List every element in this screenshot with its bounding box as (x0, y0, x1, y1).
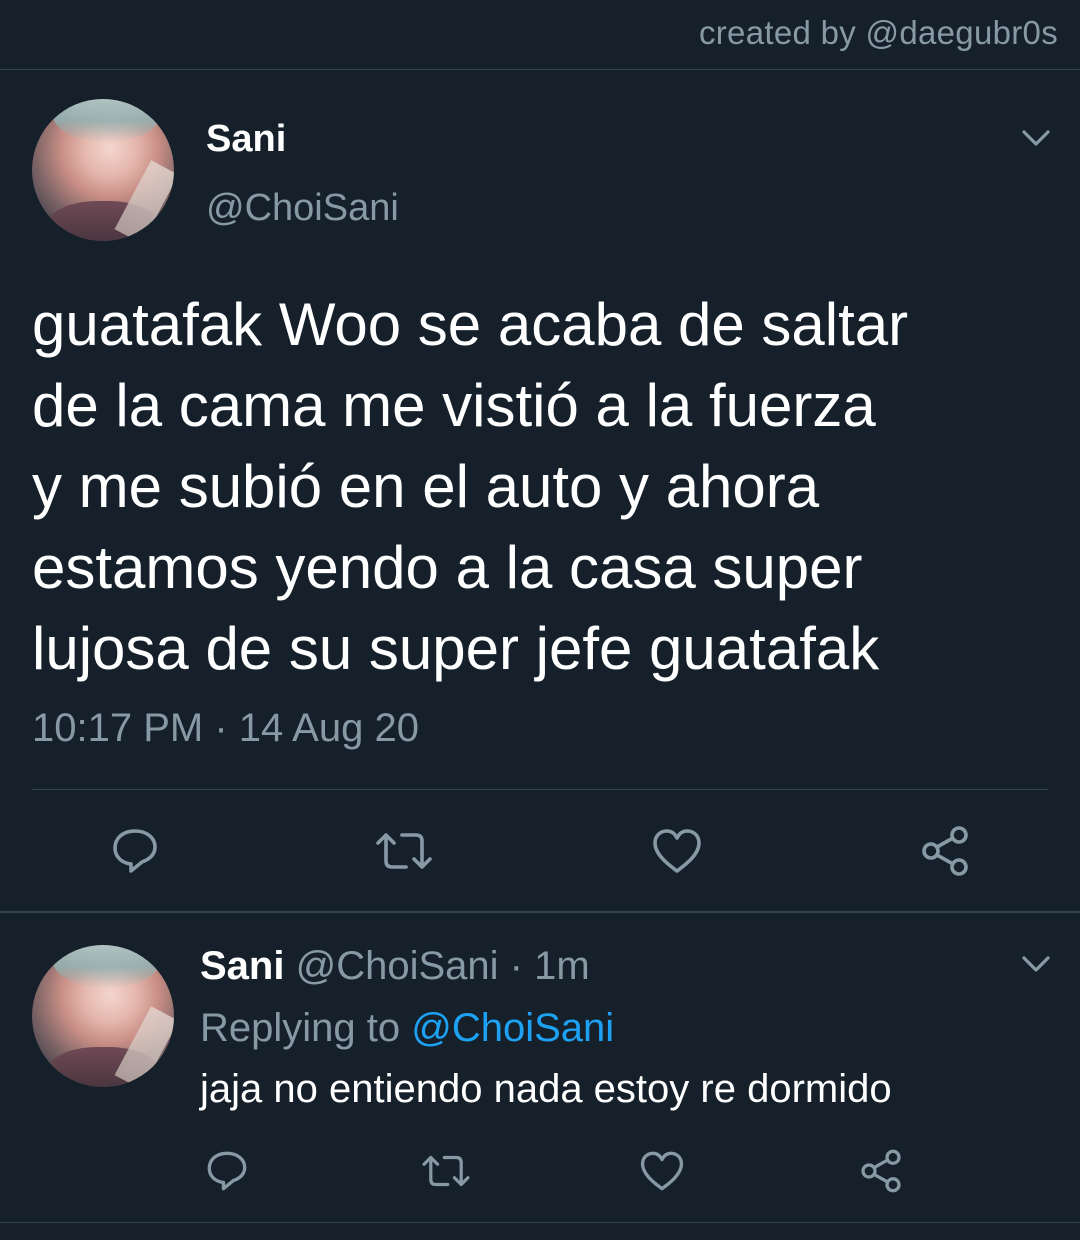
user-handle[interactable]: @ChoiSani (206, 187, 399, 230)
reply-header: Sani @ChoiSani · 1m (200, 944, 590, 989)
tweet-time[interactable]: 1m (534, 944, 590, 988)
section-divider (0, 911, 1080, 913)
replying-prefix: Replying to (200, 1006, 401, 1050)
display-name[interactable]: Sani (206, 118, 286, 161)
bottom-divider (0, 1222, 1080, 1223)
avatar[interactable] (32, 99, 174, 241)
chevron-down-icon[interactable] (1016, 118, 1056, 158)
share-icon[interactable] (916, 822, 974, 880)
display-name[interactable]: Sani (200, 944, 284, 988)
retweet-icon[interactable] (371, 822, 437, 880)
user-handle[interactable]: @ChoiSani (296, 944, 499, 988)
tweet-timestamp[interactable]: 10:17 PM · 14 Aug 20 (32, 706, 419, 751)
replying-handle-link[interactable]: @ChoiSani (411, 1006, 614, 1050)
share-icon[interactable] (856, 1146, 906, 1196)
replying-to: Replying to @ChoiSani (200, 1006, 614, 1051)
reply-icon[interactable] (106, 822, 164, 880)
reply-icon[interactable] (202, 1146, 252, 1196)
credit-text: created by @daegubr0s (698, 14, 1058, 51)
divider (32, 789, 1048, 790)
chevron-down-icon[interactable] (1016, 944, 1056, 984)
like-icon[interactable] (648, 822, 706, 880)
tweet-text: guatafak Woo se acaba de saltar de la ca… (32, 291, 909, 682)
top-divider (0, 69, 1080, 70)
like-icon[interactable] (636, 1146, 688, 1196)
reply-text: jaja no entiendo nada estoy re dormido (200, 1067, 892, 1111)
retweet-icon[interactable] (418, 1146, 474, 1196)
avatar[interactable] (32, 945, 174, 1087)
separator-dot: · (509, 944, 523, 988)
